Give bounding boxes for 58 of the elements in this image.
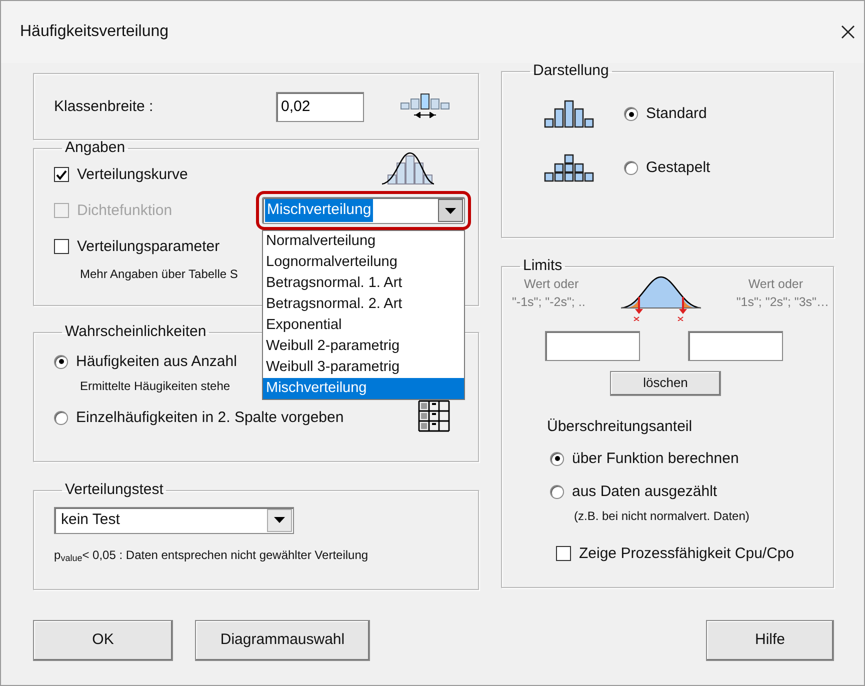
checkbox[interactable] [54, 167, 69, 182]
radio-button[interactable] [550, 484, 564, 498]
section-label: Überschreitungsanteil [547, 418, 694, 436]
histogram-icon [544, 100, 596, 128]
dropdown-option[interactable]: Mischverteilung [263, 378, 464, 399]
radio-button[interactable] [54, 410, 68, 424]
dropdown[interactable]: kein Test [54, 506, 294, 534]
radio-button[interactable] [54, 354, 68, 368]
checkbox[interactable] [54, 239, 69, 254]
dropdown-option[interactable]: Exponential [263, 315, 464, 336]
radio-label: über Funktion berechnen [572, 450, 739, 468]
radio-label: aus Daten ausgezählt [572, 482, 718, 500]
radio-label: Gestapelt [646, 159, 710, 177]
window-title: Häufigkeitsverteilung [20, 22, 169, 42]
field-label: Klassenbreite : [54, 98, 154, 116]
radio-button[interactable] [624, 107, 638, 121]
checkbox-label: Zeige Prozessfähigkeit Cpu/Cpo [579, 544, 794, 562]
dialog-button[interactable]: Diagrammauswahl [195, 620, 370, 661]
checkbox-label: Dichtefunktion [77, 202, 172, 220]
dropdown-option[interactable]: Betragsnormal. 2. Art [263, 294, 464, 315]
radio-label: Häufigkeiten aus Anzahl [76, 352, 237, 370]
bell-curve-histogram-icon [382, 150, 434, 184]
dialog-button[interactable]: Hilfe [706, 620, 834, 661]
input-field[interactable] [688, 330, 782, 360]
dropdown-option[interactable]: Lognormalverteilung [263, 252, 464, 273]
note-text: Ermittelte Häugikeiten stehe [80, 378, 230, 394]
group-title: Wahrscheinlichkeiten [64, 324, 208, 340]
dropdown-option[interactable]: Normalverteilung [263, 231, 464, 252]
radio-button[interactable] [624, 161, 638, 175]
bell-curve-limits-icon [620, 274, 702, 320]
checkbox-label: Verteilungskurve [77, 166, 188, 184]
note-text: Mehr Angaben über Tabelle S [80, 266, 238, 282]
group-title: Verteilungstest [64, 482, 164, 498]
clear-button[interactable]: löschen [610, 370, 721, 396]
ok-button[interactable]: OK [33, 620, 173, 661]
note-text: p$_{value}$< 0,05 : Daten entsprechen nicht gewählter Verteilung [54, 546, 368, 564]
group-title: Angaben [64, 140, 126, 156]
radio-button[interactable] [550, 452, 564, 466]
class-width-histogram-icon [400, 92, 452, 120]
hint-text: Wert oder "-1s"; "-2s"; .. [512, 276, 586, 311]
input-field[interactable]: 0,02 [276, 92, 364, 122]
radio-label: Standard [646, 105, 707, 123]
checkbox[interactable] [556, 546, 571, 561]
dropdown-arrow-icon [274, 517, 285, 523]
dropdown-option[interactable]: Weibull 2-parametrig [263, 336, 464, 357]
input-field[interactable] [544, 330, 640, 360]
checkbox-label: Verteilungsparameter [77, 238, 220, 256]
stacked-histogram-icon [544, 154, 596, 182]
table-grid-icon [418, 398, 450, 432]
dropdown-option[interactable]: Betragsnormal. 1. Art [263, 273, 464, 294]
dropdown-arrow-icon [445, 208, 456, 214]
hint-text: Wert oder "1s"; "2s"; "3s"… [736, 276, 829, 311]
dropdown-option[interactable]: Weibull 3-parametrig [263, 357, 464, 378]
close-icon [840, 24, 856, 40]
group-title: Darstellung [532, 63, 610, 80]
note-text: (z.B. bei nicht normalvert. Daten) [574, 508, 750, 524]
group-title: Limits [522, 258, 564, 274]
radio-label: Einzelhäufigkeiten in 2. Spalte vorgeben [76, 408, 344, 426]
